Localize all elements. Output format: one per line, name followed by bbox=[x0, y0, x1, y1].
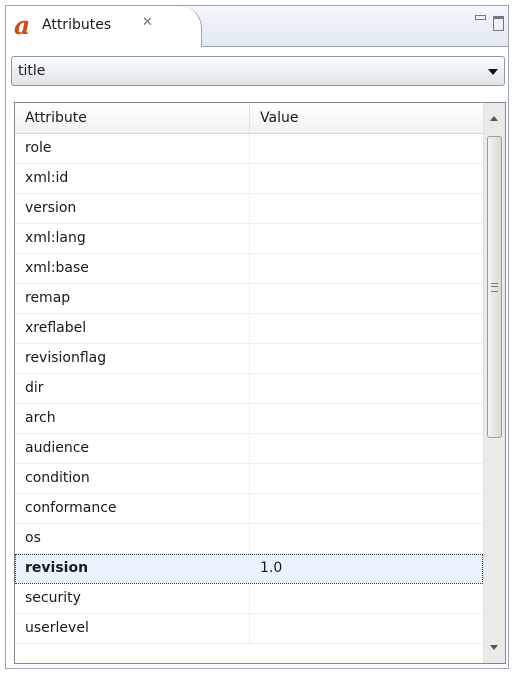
attribute-name-cell: security bbox=[15, 584, 250, 613]
attribute-value-cell[interactable] bbox=[250, 254, 483, 283]
table-body: role xml:id version xml:lang xml:base remap xr… bbox=[15, 134, 483, 644]
column-header-value[interactable]: Value bbox=[250, 103, 483, 133]
maximize-icon[interactable] bbox=[493, 16, 504, 31]
attribute-name-cell: xml:lang bbox=[15, 224, 250, 253]
view-tab-bar: a Attributes ✕ bbox=[6, 6, 508, 47]
attribute-name-cell: audience bbox=[15, 434, 250, 463]
table-row[interactable]: os bbox=[15, 524, 483, 554]
attribute-value-cell[interactable] bbox=[250, 224, 483, 253]
attribute-name-cell: role bbox=[15, 134, 250, 163]
close-icon[interactable]: ✕ bbox=[142, 15, 153, 30]
attribute-value-cell[interactable] bbox=[250, 284, 483, 313]
table-row[interactable]: role bbox=[15, 134, 483, 164]
attribute-name-cell: condition bbox=[15, 464, 250, 493]
table-row[interactable]: xml:lang bbox=[15, 224, 483, 254]
attribute-name-cell: xml:id bbox=[15, 164, 250, 193]
column-header-attribute[interactable]: Attribute bbox=[15, 103, 250, 133]
attribute-value-cell[interactable] bbox=[250, 584, 483, 613]
attribute-value-cell[interactable] bbox=[250, 434, 483, 463]
element-select-value: title bbox=[18, 63, 46, 79]
attribute-value-cell[interactable] bbox=[250, 614, 483, 643]
table-row[interactable]: remap bbox=[15, 284, 483, 314]
table-row[interactable]: xml:base bbox=[15, 254, 483, 284]
dropdown-arrow-icon[interactable] bbox=[488, 69, 498, 75]
attribute-name-cell: os bbox=[15, 524, 250, 553]
table-row[interactable]: xml:id bbox=[15, 164, 483, 194]
attribute-value-cell[interactable] bbox=[250, 524, 483, 553]
table-row[interactable]: conformance bbox=[15, 494, 483, 524]
tab-title: Attributes bbox=[42, 17, 112, 33]
table-row[interactable]: dir bbox=[15, 374, 483, 404]
attribute-name-cell: remap bbox=[15, 284, 250, 313]
scrollbar-thumb[interactable] bbox=[487, 136, 502, 438]
table-row[interactable]: userlevel bbox=[15, 614, 483, 644]
attribute-name-cell: dir bbox=[15, 374, 250, 403]
vertical-scrollbar[interactable] bbox=[483, 103, 505, 663]
scroll-up-arrow-icon[interactable] bbox=[490, 116, 498, 121]
attribute-value-cell[interactable] bbox=[250, 464, 483, 493]
table-row[interactable]: xreflabel bbox=[15, 314, 483, 344]
attribute-name-cell: xreflabel bbox=[15, 314, 250, 343]
table-row[interactable]: security bbox=[15, 584, 483, 614]
table-row[interactable]: audience bbox=[15, 434, 483, 464]
attributes-tab[interactable]: a Attributes ✕ bbox=[6, 6, 202, 47]
scroll-down-arrow-icon[interactable] bbox=[490, 645, 498, 650]
attribute-value-cell[interactable] bbox=[250, 164, 483, 193]
grip-icon bbox=[491, 283, 498, 292]
attributes-table: Attribute Value role xml:id version xml:lan… bbox=[14, 102, 506, 664]
attributes-app-icon: a bbox=[14, 11, 31, 40]
attribute-name-cell: revision bbox=[15, 554, 250, 583]
minimize-icon[interactable] bbox=[475, 15, 486, 20]
attribute-value-cell[interactable] bbox=[250, 314, 483, 343]
attribute-name-cell: xml:base bbox=[15, 254, 250, 283]
attribute-name-cell: revisionflag bbox=[15, 344, 250, 373]
element-select[interactable]: title bbox=[11, 56, 505, 86]
attribute-value-cell[interactable] bbox=[250, 494, 483, 523]
table-row[interactable]: condition bbox=[15, 464, 483, 494]
attribute-value-cell[interactable] bbox=[250, 344, 483, 373]
table-header: Attribute Value bbox=[15, 103, 483, 134]
attribute-name-cell: arch bbox=[15, 404, 250, 433]
attributes-view: a Attributes ✕ title Attribute Value rol… bbox=[5, 5, 509, 669]
attribute-name-cell: conformance bbox=[15, 494, 250, 523]
attribute-name-cell: userlevel bbox=[15, 614, 250, 643]
attribute-value-cell[interactable] bbox=[250, 134, 483, 163]
attribute-value-cell[interactable]: 1.0 bbox=[250, 554, 483, 583]
attribute-value-cell[interactable] bbox=[250, 194, 483, 223]
table-row[interactable]: revisionflag bbox=[15, 344, 483, 374]
table-grid: Attribute Value role xml:id version xml:lan… bbox=[15, 103, 483, 663]
attribute-value-cell[interactable] bbox=[250, 374, 483, 403]
attribute-value-cell[interactable] bbox=[250, 404, 483, 433]
table-row[interactable]: arch bbox=[15, 404, 483, 434]
table-row[interactable]: revision 1.0 bbox=[15, 554, 483, 584]
attribute-name-cell: version bbox=[15, 194, 250, 223]
table-row[interactable]: version bbox=[15, 194, 483, 224]
